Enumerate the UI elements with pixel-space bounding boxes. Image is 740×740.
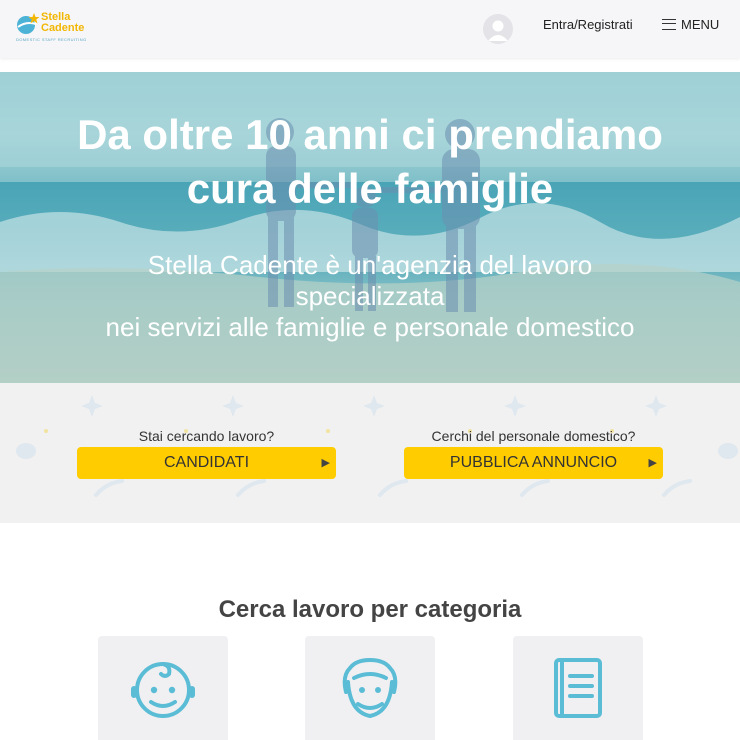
hamburger-icon [662,19,676,30]
comet-icon [94,479,124,497]
employer-question: Cerchi del personale domestico? [431,428,636,444]
sparkle-icon [645,395,667,417]
sparkle-icon [363,395,385,417]
job-seeker-question: Stai cercando lavoro? [138,428,275,444]
menu-label: MENU [681,17,720,32]
planet-icon [16,443,36,459]
logo-star-icon [17,13,40,34]
hero-title: Da oltre 10 anni ci prendiamo cura delle… [0,108,740,216]
sparkle-icon [222,395,244,417]
logo-line-2: Cadente [41,22,85,34]
cta-section: Stai cercando lavoro? CANDIDATI ▶ Cerchi… [0,383,740,523]
play-arrow-icon: ▶ [648,457,657,469]
hero-title-line-2: cura delle famiglie [186,165,554,212]
stella-cadente-logo[interactable]: Stella Cadente DOMESTIC STAFF RECRUITING [14,10,94,46]
category-card-elderly[interactable] [305,636,435,740]
logo-wordmark: Stella Cadente [41,12,84,34]
category-card-baby[interactable] [98,636,228,740]
hero-banner: Da oltre 10 anni ci prendiamo cura delle… [0,72,740,383]
comet-icon [236,479,266,497]
sparkle-icon [504,395,526,417]
dot-icon [44,429,48,433]
site-header: Stella Cadente DOMESTIC STAFF RECRUITING… [0,0,740,58]
play-arrow-icon: ▶ [321,457,330,469]
post-ad-button-label: PUBBLICA ANNUNCIO [449,454,618,471]
category-card-housekeeping[interactable] [513,636,643,740]
menu-button[interactable]: MENU [662,17,719,32]
hero-subtitle-line-1: Stella Cadente è un'agenzia del lavoro [147,250,593,280]
logo-tagline: DOMESTIC STAFF RECRUITING [16,37,87,42]
comet-icon [662,479,692,497]
baby-face-icon [131,662,195,718]
login-register-link[interactable]: Entra/Registrati [543,17,633,32]
book-icon [554,658,602,718]
apply-button[interactable]: CANDIDATI ▶ [77,447,336,479]
hero-subtitle-line-2: specializzata [295,281,445,311]
comet-icon [520,479,550,497]
sparkle-icon [81,395,103,417]
planet-icon [718,443,738,459]
apply-button-label: CANDIDATI [163,454,250,471]
hero-subtitle: Stella Cadente è un'agenzia del lavoro s… [0,250,740,343]
categories-title: Cerca lavoro per categoria [218,596,522,623]
hero-subtitle-line-3: nei servizi alle famiglie e personale do… [105,312,635,342]
elderly-face-icon [342,658,398,718]
post-ad-button[interactable]: PUBBLICA ANNUNCIO ▶ [404,447,663,479]
comet-icon [378,479,408,497]
person-icon [488,20,508,41]
hero-title-line-1: Da oltre 10 anni ci prendiamo [77,111,663,158]
user-avatar-icon[interactable] [483,14,513,44]
